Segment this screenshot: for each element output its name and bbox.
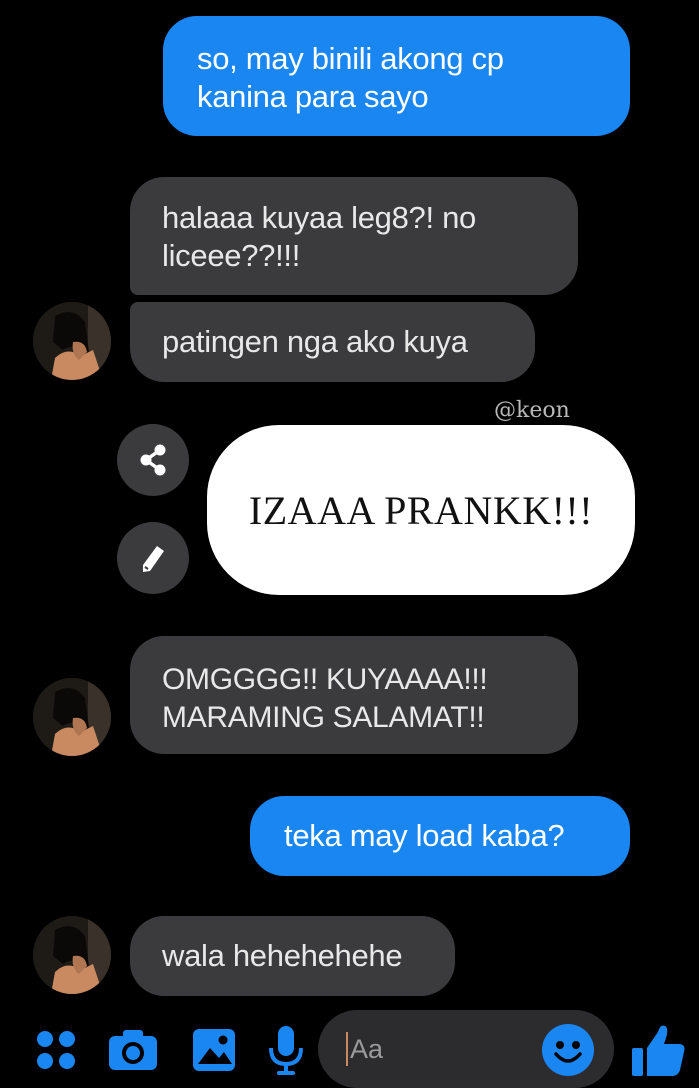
gallery-icon[interactable] (188, 1024, 240, 1076)
message-text: patingen nga ako kuya (162, 324, 468, 359)
message-bubble-sent[interactable]: so, may binili akong cp kanina para sayo (163, 16, 630, 136)
avatar-image (33, 678, 111, 756)
contact-avatar[interactable] (33, 302, 111, 380)
emoji-icon[interactable] (540, 1022, 596, 1078)
avatar-image (33, 302, 111, 380)
pencil-icon (143, 546, 164, 572)
avatar-image (33, 916, 111, 994)
message-bubble-sent[interactable]: teka may load kaba? (250, 796, 630, 876)
image-message-caption: IZAAA PRANKK!!! (248, 487, 594, 533)
edit-button[interactable] (117, 522, 189, 594)
contact-avatar[interactable] (33, 678, 111, 756)
camera-icon[interactable] (105, 1024, 161, 1076)
watermark: @keon (494, 398, 570, 423)
microphone-icon[interactable] (262, 1022, 310, 1078)
message-bubble-received[interactable]: OMGGGG!! KUYAAAA!!! MARAMING SALAMAT!! (130, 636, 578, 754)
message-text: OMGGGG!! KUYAAAA!!! MARAMING SALAMAT!! (162, 663, 488, 734)
message-text: wala hehehehehe (162, 938, 403, 973)
message-input-placeholder: Aa (346, 1032, 383, 1066)
share-button[interactable] (117, 424, 189, 496)
message-bubble-received[interactable]: patingen nga ako kuya (130, 302, 535, 382)
message-bubble-received[interactable]: halaaa kuyaa leg8?! no liceee??!!! (130, 177, 578, 295)
message-text: teka may load kaba? (284, 818, 565, 853)
image-message[interactable]: IZAAA PRANKK!!! (207, 425, 635, 595)
message-text: so, may binili akong cp kanina para sayo (197, 41, 504, 114)
message-text: halaaa kuyaa leg8?! no liceee??!!! (162, 200, 476, 273)
message-bubble-received[interactable]: wala hehehehehe (130, 916, 455, 996)
apps-icon[interactable] (30, 1024, 82, 1076)
thumbs-up-icon[interactable] (628, 1020, 688, 1080)
share-icon (140, 444, 166, 476)
contact-avatar[interactable] (33, 916, 111, 994)
